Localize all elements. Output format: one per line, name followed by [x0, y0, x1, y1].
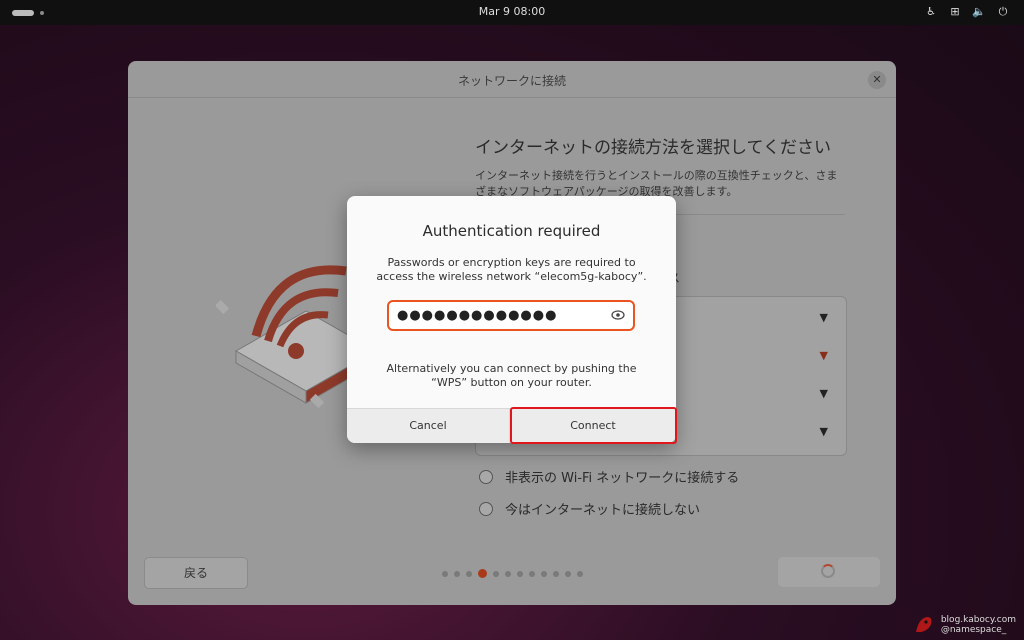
accessibility-icon[interactable]: ♿	[924, 5, 938, 19]
page-dot-active	[477, 569, 487, 578]
dialog-message: Passwords or encryption keys are require…	[367, 256, 656, 284]
connect-button[interactable]: Connect	[510, 409, 676, 443]
network-icon[interactable]: ⊞	[948, 5, 962, 19]
page-heading: インターネットの接続方法を選択してください	[475, 138, 831, 158]
cancel-button[interactable]: Cancel	[347, 409, 510, 443]
radio-button[interactable]	[479, 501, 493, 516]
clock[interactable]: Mar 9 08:00	[0, 5, 1024, 18]
top-bar: Mar 9 08:00 ♿ ⊞ 🔈 ⏻	[0, 0, 1024, 25]
page-dot	[453, 570, 460, 577]
watermark-line: blog.kabocy.com	[940, 615, 1016, 625]
wps-message: Alternatively you can connect by pushing…	[367, 362, 656, 390]
system-tray[interactable]: ♿ ⊞ 🔈 ⏻	[924, 5, 1010, 19]
page-dot	[465, 570, 472, 577]
password-input[interactable]	[389, 302, 633, 329]
page-dot	[564, 570, 571, 577]
page-dot	[540, 570, 547, 577]
dialog-message-line: access the wireless network “elecom5g-ka…	[376, 270, 647, 283]
radio-hidden-wifi[interactable]: 非表示の Wi-Fi ネットワークに接続する	[479, 467, 739, 486]
radio-label: 今はインターネットに接続しない	[505, 503, 701, 518]
wifi-signal-icon: ▼	[819, 387, 828, 400]
page-dot	[441, 570, 448, 577]
radio-no-internet[interactable]: 今はインターネットに接続しない	[479, 499, 700, 518]
installer-title: ネットワークに接続	[457, 74, 566, 88]
page-dot	[552, 570, 559, 577]
close-icon[interactable]: ✕	[868, 71, 886, 89]
next-button[interactable]	[778, 557, 880, 587]
watermark: blog.kabocy.com @namespace_	[913, 614, 1016, 636]
password-field[interactable]	[387, 300, 635, 331]
volume-icon[interactable]: 🔈	[972, 5, 986, 19]
wifi-signal-icon: ▼	[819, 311, 828, 324]
page-dot	[528, 570, 535, 577]
wps-message-line: “WPS” button on your router.	[431, 376, 592, 389]
page-dot	[516, 570, 523, 577]
spinner-icon	[821, 564, 835, 578]
page-dot	[576, 570, 583, 577]
watermark-logo-icon	[915, 617, 932, 632]
dialog-message-line: Passwords or encryption keys are require…	[387, 256, 636, 269]
auth-dialog: Authentication required Passwords or enc…	[347, 196, 676, 443]
watermark-line: @namespace_	[940, 625, 1007, 635]
power-icon[interactable]: ⏻	[996, 5, 1010, 19]
wifi-signal-icon: ▼	[819, 425, 828, 438]
dialog-buttons: Cancel Connect	[347, 408, 676, 443]
radio-label: 非表示の Wi-Fi ネットワークに接続する	[505, 471, 740, 486]
radio-button[interactable]	[479, 469, 493, 484]
installer-titlebar: ネットワークに接続 ✕	[128, 61, 896, 98]
wps-message-line: Alternatively you can connect by pushing…	[386, 362, 637, 375]
page-dot	[492, 570, 499, 577]
wifi-signal-icon: ▼	[819, 349, 828, 362]
dialog-title: Authentication required	[422, 222, 601, 240]
show-password-icon[interactable]	[611, 309, 625, 321]
page-dot	[504, 570, 511, 577]
